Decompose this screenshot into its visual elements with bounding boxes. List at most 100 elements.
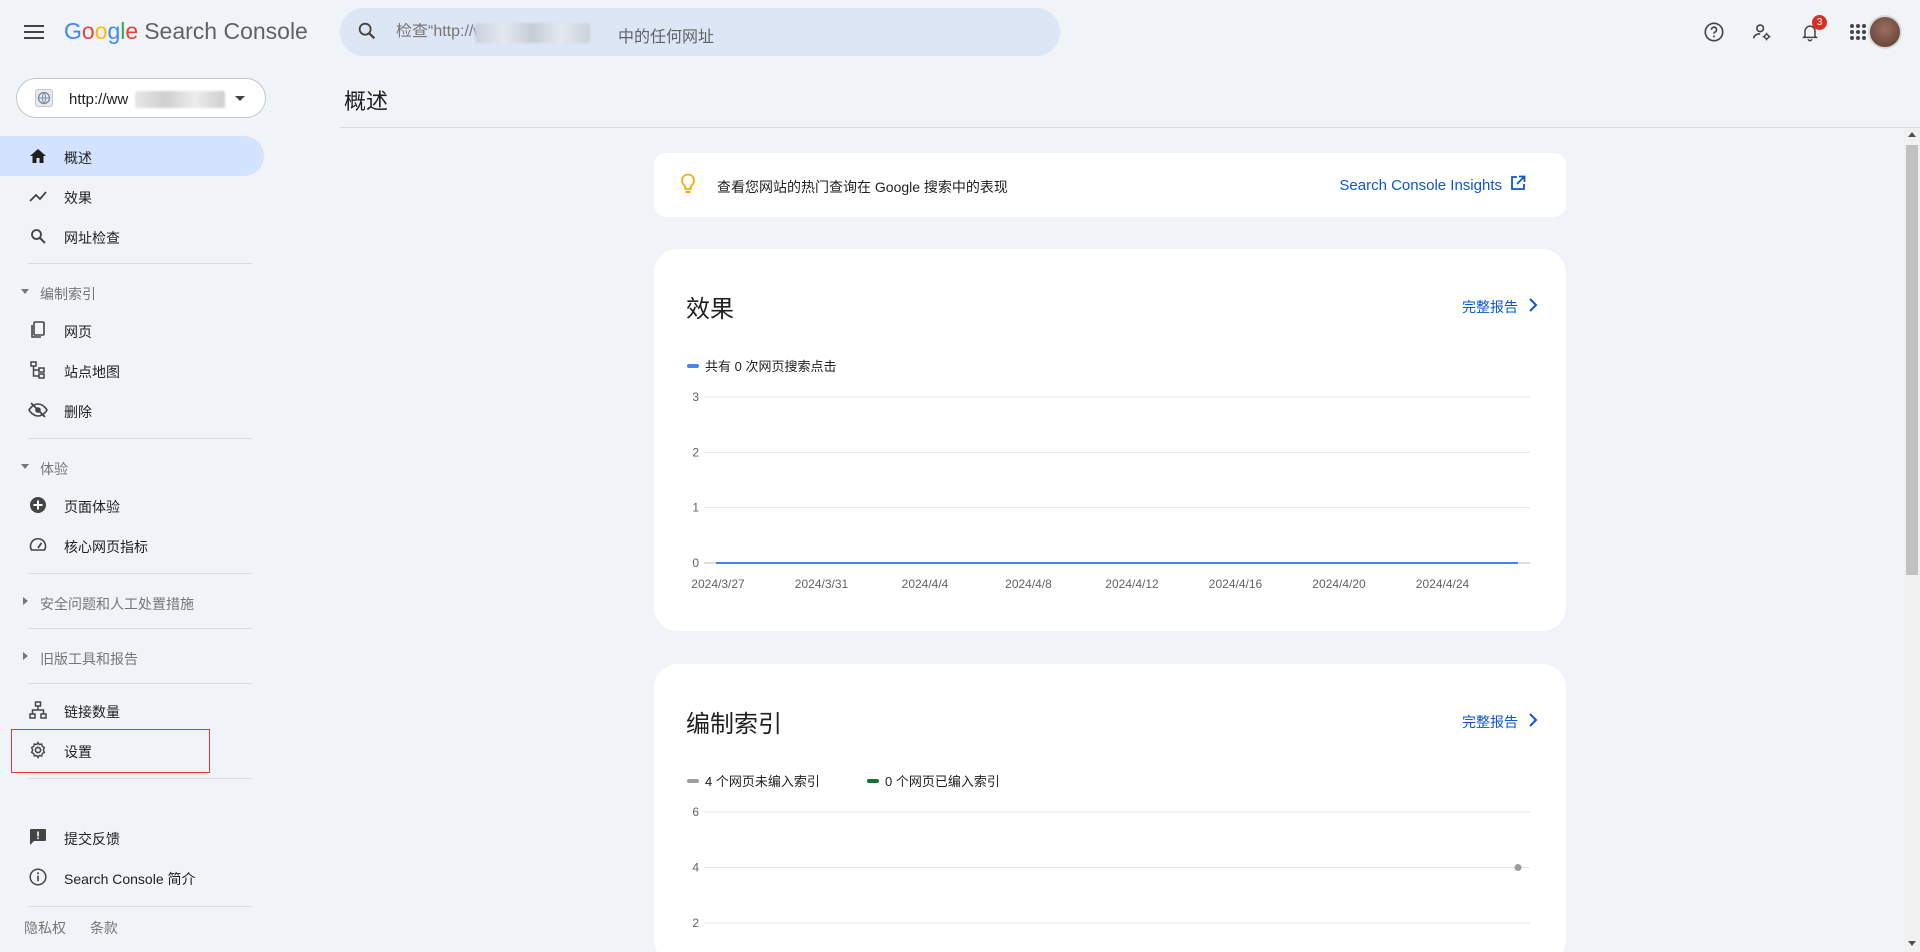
x-tick-label: 2024/3/31 <box>795 577 849 591</box>
privacy-link[interactable]: 隐私权 <box>24 920 66 936</box>
notification-badge: 3 <box>1812 15 1827 30</box>
menu-icon[interactable] <box>20 18 48 46</box>
nav-label: 网页 <box>64 324 92 340</box>
divider <box>28 573 252 574</box>
pages-icon <box>28 320 48 340</box>
x-tick-label: 2024/4/12 <box>1105 577 1159 591</box>
x-tick-label: 2024/4/24 <box>1416 577 1470 591</box>
y-tick-label: 0 <box>692 556 699 570</box>
nav-label: 概述 <box>64 150 92 166</box>
nav-label: 链接数量 <box>64 704 120 720</box>
section-indexing[interactable]: 编制索引 <box>0 274 264 310</box>
redacted-url <box>475 23 590 43</box>
x-tick-label: 2024/4/8 <box>1005 577 1052 591</box>
nav-removals[interactable]: 删除 <box>0 390 264 430</box>
nav-feedback[interactable]: 提交反馈 <box>0 817 264 857</box>
y-tick-label: 2 <box>692 916 699 930</box>
x-tick-label: 2024/4/16 <box>1209 577 1263 591</box>
search-placeholder-suffix: 中的任何网址 <box>618 29 715 46</box>
y-tick-label: 1 <box>692 501 699 515</box>
nav-label: 网址检查 <box>64 230 120 246</box>
scrollbar-thumb[interactable] <box>1906 145 1918 575</box>
nav-performance[interactable]: 效果 <box>0 176 264 216</box>
scroll-down-arrow-icon[interactable] <box>1908 941 1916 946</box>
info-icon <box>28 867 48 887</box>
speed-gauge-icon <box>28 535 48 555</box>
nav-label: 效果 <box>64 190 92 206</box>
sitemap-icon <box>28 360 48 380</box>
property-url: http://ww <box>69 91 129 108</box>
insights-text: 查看您网站的热门查询在 Google 搜索中的表现 <box>717 179 1008 195</box>
dropdown-caret-icon <box>235 96 245 101</box>
y-tick-label: 4 <box>692 861 699 875</box>
links-tree-icon <box>28 700 48 720</box>
expand-arrow-icon <box>23 597 28 605</box>
terms-link[interactable]: 条款 <box>90 920 118 936</box>
divider <box>28 906 252 907</box>
nav-label: 核心网页指标 <box>64 539 148 555</box>
divider <box>28 263 252 264</box>
indexing-chart: 2 4 6 <box>692 805 1530 930</box>
nav-url-inspection[interactable]: 网址检查 <box>0 216 264 256</box>
visibility-off-icon <box>28 400 48 420</box>
search-icon <box>356 20 378 47</box>
footer-links: 隐私权 条款 <box>24 918 138 938</box>
performance-card: 效果 完整报告 共有 0 次网页搜索点击 0 1 2 3 2024/3/27 2024/3… <box>654 249 1566 631</box>
insights-banner: 查看您网站的热门查询在 Google 搜索中的表现 Search Console… <box>654 153 1566 217</box>
feedback-icon <box>28 827 48 847</box>
x-tick-label: 2024/4/4 <box>902 577 949 591</box>
section-label: 旧版工具和报告 <box>40 651 138 667</box>
nav-core-web-vitals[interactable]: 核心网页指标 <box>0 525 264 565</box>
indexing-card: 编制索引 完整报告 4 个网页未编入索引 0 个网页已编入索引 246 <box>654 664 1566 952</box>
x-tick-label: 2024/3/27 <box>691 577 745 591</box>
insights-link[interactable]: Search Console Insights <box>1339 177 1502 194</box>
page-title: 概述 <box>344 89 389 114</box>
section-security[interactable]: 安全问题和人工处置措施 <box>0 584 264 620</box>
lightbulb-icon <box>680 173 696 200</box>
nav-page-experience[interactable]: 页面体验 <box>0 485 264 525</box>
globe-icon <box>35 89 53 112</box>
open-in-new-icon[interactable] <box>1510 175 1526 196</box>
user-settings-icon[interactable] <box>1742 12 1782 52</box>
collapse-arrow-icon <box>21 464 29 469</box>
help-icon[interactable] <box>1694 12 1734 52</box>
google-logo: Google <box>64 18 139 44</box>
nav-label: Search Console 简介 <box>64 871 196 887</box>
y-tick-label: 6 <box>692 805 699 819</box>
nav-pages[interactable]: 网页 <box>0 310 264 350</box>
data-point-not-indexed <box>1514 864 1522 871</box>
divider <box>28 438 252 439</box>
search-icon <box>28 226 48 246</box>
add-circle-icon <box>28 495 48 515</box>
x-tick-label: 2024/4/20 <box>1312 577 1366 591</box>
nav-label: 提交反馈 <box>64 831 120 847</box>
trending-up-icon <box>28 186 48 206</box>
app-logo[interactable]: Google Search Console <box>64 18 308 45</box>
divider <box>28 778 252 779</box>
settings-highlight-box <box>11 729 210 773</box>
divider <box>28 628 252 629</box>
avatar[interactable] <box>1868 15 1902 49</box>
top-bar: Google Search Console 中的任何网址 3 <box>0 0 1920 64</box>
nav-label: 站点地图 <box>64 364 120 380</box>
nav-sitemaps[interactable]: 站点地图 <box>0 350 264 390</box>
home-icon <box>28 146 48 166</box>
notifications-icon[interactable]: 3 <box>1790 12 1830 52</box>
y-tick-label: 2 <box>692 445 699 459</box>
section-experience[interactable]: 体验 <box>0 449 264 485</box>
collapse-arrow-icon <box>21 289 29 294</box>
nav-overview[interactable]: 概述 <box>0 136 264 176</box>
nav-label: 删除 <box>64 404 92 420</box>
y-tick-label: 3 <box>692 390 699 404</box>
nav-about[interactable]: Search Console 简介 <box>0 857 264 897</box>
section-legacy[interactable]: 旧版工具和报告 <box>0 639 264 675</box>
property-selector[interactable]: http://ww <box>16 78 266 118</box>
url-inspect-search[interactable]: 中的任何网址 <box>340 8 1060 56</box>
nav-links[interactable]: 链接数量 <box>0 690 264 730</box>
section-label: 安全问题和人工处置措施 <box>40 596 194 612</box>
scroll-up-arrow-icon[interactable] <box>1908 132 1916 137</box>
divider <box>340 127 1920 128</box>
redacted-property <box>135 91 225 108</box>
section-label: 体验 <box>40 461 68 477</box>
sidebar: http://ww 概述 效果 网址检查 编制索引 网页 站点地图 删除 体验 … <box>0 64 266 952</box>
